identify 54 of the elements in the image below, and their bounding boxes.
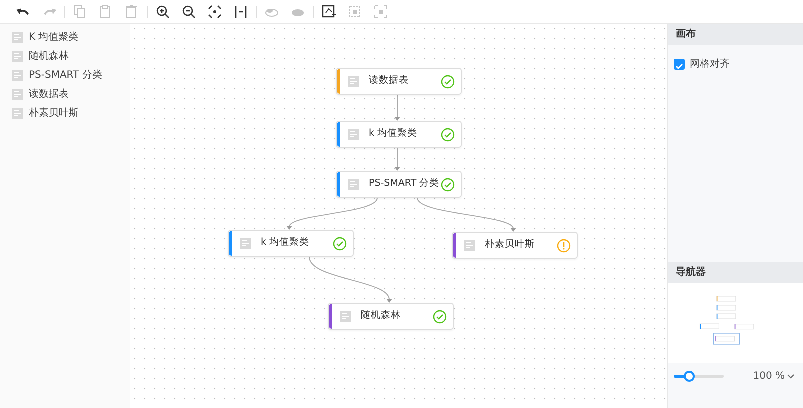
distribute-icon bbox=[373, 4, 389, 20]
component-icon bbox=[12, 32, 23, 43]
node-label: 随机森林 bbox=[361, 309, 402, 324]
success-icon bbox=[441, 128, 455, 142]
component-icon bbox=[348, 129, 359, 140]
copy-icon bbox=[72, 4, 88, 20]
success-icon bbox=[441, 178, 455, 192]
component-label[interactable]: 随机森林 bbox=[29, 49, 69, 64]
redo-icon bbox=[42, 8, 56, 16]
zoom-select[interactable]: 100 % bbox=[753, 369, 795, 384]
workflow-node[interactable]: k 均值聚类 bbox=[336, 121, 462, 148]
component-label[interactable]: 朴素贝叶斯 bbox=[29, 106, 79, 121]
slider-thumb[interactable] bbox=[684, 371, 695, 382]
node-label: 读数据表 bbox=[369, 74, 410, 88]
actual-size-icon bbox=[233, 4, 249, 20]
component-icon bbox=[348, 179, 359, 190]
success-icon bbox=[433, 310, 447, 324]
workflow-node[interactable]: 随机森林 bbox=[328, 303, 454, 330]
zoom-in-icon bbox=[155, 4, 171, 20]
node-label: PS-SMART 分类 bbox=[369, 177, 441, 192]
workflow-node[interactable]: PS-SMART 分类 bbox=[336, 171, 462, 198]
undo-icon bbox=[16, 8, 30, 16]
trash-icon bbox=[124, 4, 140, 20]
panel-header: 导航器 bbox=[668, 262, 803, 283]
component-label[interactable]: K 均值聚类 bbox=[29, 30, 79, 45]
component-icon bbox=[12, 108, 23, 119]
align-icon bbox=[347, 4, 363, 20]
component-icon bbox=[12, 70, 23, 81]
component-icon bbox=[12, 89, 23, 100]
component-icon bbox=[240, 238, 251, 249]
panel-header: 画布 bbox=[668, 24, 803, 45]
success-icon bbox=[333, 236, 347, 250]
workflow-node[interactable]: 读数据表 bbox=[336, 68, 462, 95]
fit-icon bbox=[207, 4, 223, 20]
success-icon bbox=[441, 74, 455, 88]
node-label: k 均值聚类 bbox=[369, 127, 419, 142]
workflow-node[interactable]: k 均值聚类 bbox=[228, 230, 354, 257]
warning-icon bbox=[557, 238, 571, 252]
zoom-out-icon bbox=[181, 4, 197, 20]
node-label: k 均值聚类 bbox=[261, 236, 311, 250]
component-label[interactable]: 读数据表 bbox=[29, 87, 69, 102]
component-icon bbox=[348, 76, 359, 87]
checkbox[interactable] bbox=[674, 59, 685, 70]
component-icon bbox=[340, 311, 351, 322]
workflow-node[interactable]: 朴素贝叶斯 bbox=[452, 232, 578, 259]
component-icon bbox=[464, 240, 475, 251]
select-icon bbox=[321, 4, 337, 20]
node-label: 朴素贝叶斯 bbox=[485, 238, 536, 252]
caret-icon bbox=[787, 374, 795, 380]
checkbox-label: 网格对齐 bbox=[690, 58, 730, 72]
connector-arrow bbox=[394, 148, 400, 171]
connector-arrow bbox=[394, 94, 400, 121]
component-label[interactable]: PS-SMART 分类 bbox=[29, 68, 102, 83]
component-icon bbox=[12, 51, 23, 62]
